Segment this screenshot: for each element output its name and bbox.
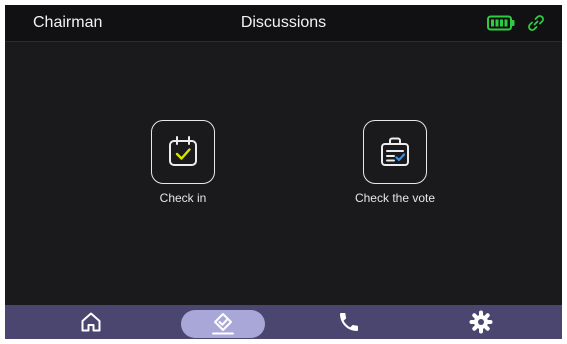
calendar-check-icon — [169, 136, 197, 166]
page-title: Discussions — [240, 14, 327, 31]
check-in-button[interactable] — [151, 120, 215, 184]
main-content: Check in Check the vote — [5, 42, 562, 306]
nav-home-button[interactable] — [65, 305, 117, 339]
phone-icon — [340, 313, 358, 331]
settings-icon — [469, 310, 493, 334]
link-icon — [528, 15, 544, 31]
battery-full-icon — [487, 15, 515, 31]
top-status-bar: Chairman Discussions — [5, 5, 562, 42]
nav-vote-button[interactable] — [181, 310, 265, 338]
briefcase-list-icon — [381, 137, 409, 166]
device-screen: Chairman Discussions Check in Check the … — [5, 5, 562, 339]
check-in-tile[interactable]: Check in — [148, 120, 218, 205]
nav-call-button[interactable] — [323, 305, 375, 339]
check-vote-button[interactable] — [363, 120, 427, 184]
home-icon — [81, 312, 101, 332]
bottom-navigation-bar — [5, 305, 562, 339]
check-vote-tile[interactable]: Check the vote — [335, 120, 455, 205]
vote-icon — [212, 313, 234, 335]
check-vote-label: Check the vote — [354, 191, 436, 205]
nav-settings-button[interactable] — [455, 305, 507, 339]
check-in-label: Check in — [159, 191, 207, 205]
